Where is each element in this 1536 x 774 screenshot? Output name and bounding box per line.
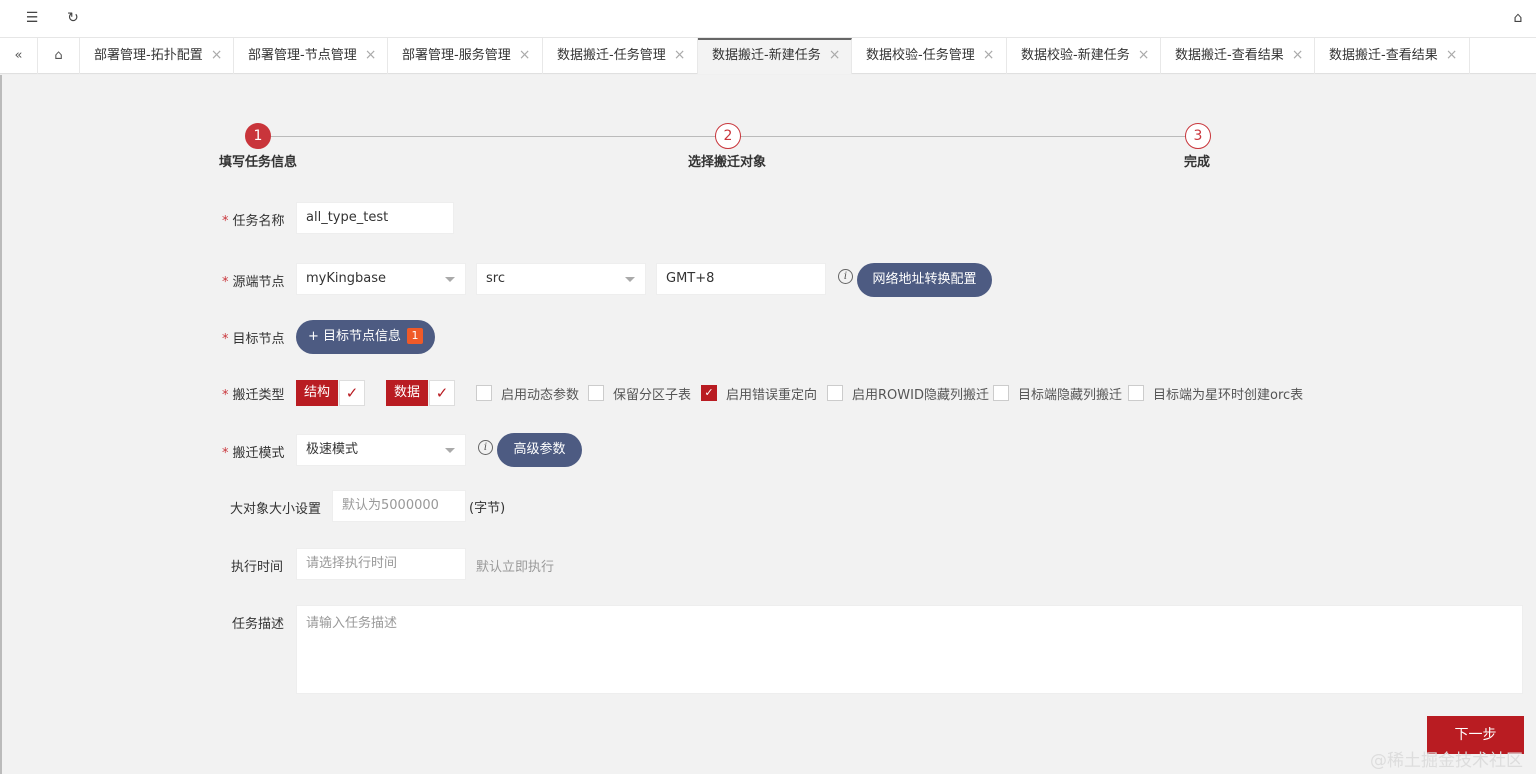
tab-3[interactable]: 部署管理-服务管理 × xyxy=(388,38,543,74)
tab-bar: « ⌂ 部署管理-拓扑配置 × 部署管理-节点管理 × 部署管理-服务管理 × 数据搬迁-任… xyxy=(0,38,1536,74)
step-2-label: 选择搬迁对象 xyxy=(688,155,767,170)
step-1-label: 填写任务信息 xyxy=(219,155,298,170)
tab-1[interactable]: 部署管理-拓扑配置 × xyxy=(80,38,234,74)
step-3-label: 完成 xyxy=(1184,155,1211,170)
option-checkbox-1[interactable] xyxy=(476,385,492,401)
step-3-circle: 3 xyxy=(1185,123,1211,149)
close-icon[interactable]: × xyxy=(211,47,223,63)
step-1-circle: 1 xyxy=(245,123,271,149)
type-data-tag[interactable]: 数据 xyxy=(386,380,429,406)
type-structure-tag[interactable]: 结构 xyxy=(296,380,339,406)
task-desc-textarea[interactable]: 请输入任务描述 xyxy=(296,605,1523,694)
watermark: @稀土掘金技术社区 xyxy=(1370,751,1523,771)
option-checkbox-5[interactable] xyxy=(993,385,1009,401)
tab-7[interactable]: 数据校验-新建任务 × xyxy=(1007,38,1161,74)
tag-icon[interactable]: ⌂ xyxy=(1508,8,1528,28)
exec-time-hint: 默认立即执行 xyxy=(476,560,555,575)
target-node-button[interactable]: + 目标节点信息 1 xyxy=(296,320,435,354)
option-checkbox-6[interactable] xyxy=(1128,385,1144,401)
step-connector xyxy=(728,136,1198,137)
task-desc-label: 任务描述 xyxy=(232,617,285,632)
tab-label: 数据搬迁-查看结果 xyxy=(1329,48,1438,63)
source-node-select[interactable]: myKingbase xyxy=(296,263,466,295)
net-config-button[interactable]: 网络地址转换配置 xyxy=(857,263,992,297)
type-structure-check-icon[interactable]: ✓ xyxy=(339,380,365,406)
close-icon[interactable]: × xyxy=(983,47,995,63)
info-icon[interactable]: i xyxy=(838,269,853,284)
option-label-6[interactable]: 目标端为星环时创建orc表 xyxy=(1153,384,1303,403)
option-label-4[interactable]: 启用ROWID隐藏列搬迁 xyxy=(852,384,989,403)
migrate-type-label: * 搬迁类型 xyxy=(222,388,285,403)
tab-label: 部署管理-服务管理 xyxy=(402,48,511,63)
exec-time-label: 执行时间 xyxy=(231,560,284,575)
tab-label: 数据搬迁-任务管理 xyxy=(557,48,666,63)
option-label-1[interactable]: 启用动态参数 xyxy=(501,384,579,403)
close-icon[interactable]: × xyxy=(1292,47,1304,63)
tab-label: 部署管理-拓扑配置 xyxy=(94,48,203,63)
tab-4[interactable]: 数据搬迁-任务管理 × xyxy=(543,38,698,74)
target-count-badge: 1 xyxy=(407,328,424,344)
tab-label: 数据校验-任务管理 xyxy=(866,48,975,63)
option-label-2[interactable]: 保留分区子表 xyxy=(613,384,691,403)
tab-8[interactable]: 数据搬迁-查看结果 × xyxy=(1161,38,1315,74)
option-checkbox-3[interactable]: ✓ xyxy=(701,385,717,401)
tab-label: 数据校验-新建任务 xyxy=(1021,48,1130,63)
option-label-3[interactable]: 启用错误重定向 xyxy=(726,384,817,403)
target-node-label: * 目标节点 xyxy=(222,332,285,347)
close-icon[interactable]: × xyxy=(1138,47,1150,63)
close-icon[interactable]: × xyxy=(519,47,531,63)
type-data-check-icon[interactable]: ✓ xyxy=(429,380,455,406)
option-checkbox-2[interactable] xyxy=(588,385,604,401)
tab-9[interactable]: 数据搬迁-查看结果 × xyxy=(1315,38,1470,74)
close-icon[interactable]: × xyxy=(829,47,841,63)
plus-icon: + xyxy=(307,329,319,344)
source-db-select[interactable]: src xyxy=(476,263,646,295)
exec-time-input[interactable]: 请选择执行时间 xyxy=(296,548,466,580)
close-icon[interactable]: × xyxy=(674,47,686,63)
tab-label: 数据搬迁-查看结果 xyxy=(1175,48,1284,63)
step-2-circle: 2 xyxy=(715,123,741,149)
tab-label: 部署管理-节点管理 xyxy=(248,48,357,63)
migrate-mode-label: * 搬迁模式 xyxy=(222,446,285,461)
close-icon[interactable]: × xyxy=(1446,47,1458,63)
option-checkbox-4[interactable] xyxy=(827,385,843,401)
task-name-input[interactable]: all_type_test xyxy=(296,202,454,234)
advanced-params-button[interactable]: 高级参数 xyxy=(497,433,582,467)
tab-6[interactable]: 数据校验-任务管理 × xyxy=(852,38,1007,74)
refresh-icon[interactable]: ↻ xyxy=(63,8,83,28)
menu-icon[interactable]: ☰ xyxy=(22,8,42,28)
lob-size-label: 大对象大小设置 xyxy=(230,502,322,517)
tab-label: 数据搬迁-新建任务 xyxy=(712,48,821,63)
step-connector xyxy=(258,136,728,137)
tabs-scroll-left-icon[interactable]: « xyxy=(0,38,38,74)
home-icon[interactable]: ⌂ xyxy=(38,38,80,74)
info-icon[interactable]: i xyxy=(478,440,493,455)
tab-5[interactable]: 数据搬迁-新建任务 × xyxy=(698,38,852,74)
lob-size-input[interactable]: 默认为5000000 xyxy=(332,490,466,522)
lob-size-unit: (字节) xyxy=(469,501,506,516)
migrate-mode-select[interactable]: 极速模式 xyxy=(296,434,466,466)
source-timezone-input[interactable]: GMT+8 xyxy=(656,263,826,295)
tab-2[interactable]: 部署管理-节点管理 × xyxy=(234,38,388,74)
top-bar: ☰ ↻ ⌂ xyxy=(0,0,1536,38)
source-node-label: * 源端节点 xyxy=(222,275,285,290)
close-icon[interactable]: × xyxy=(365,47,377,63)
option-label-5[interactable]: 目标端隐藏列搬迁 xyxy=(1018,384,1122,403)
main-content: 1 2 3 填写任务信息 选择搬迁对象 完成 * 任务名称 all_type_te… xyxy=(0,75,1536,774)
task-name-label: * 任务名称 xyxy=(222,214,285,229)
